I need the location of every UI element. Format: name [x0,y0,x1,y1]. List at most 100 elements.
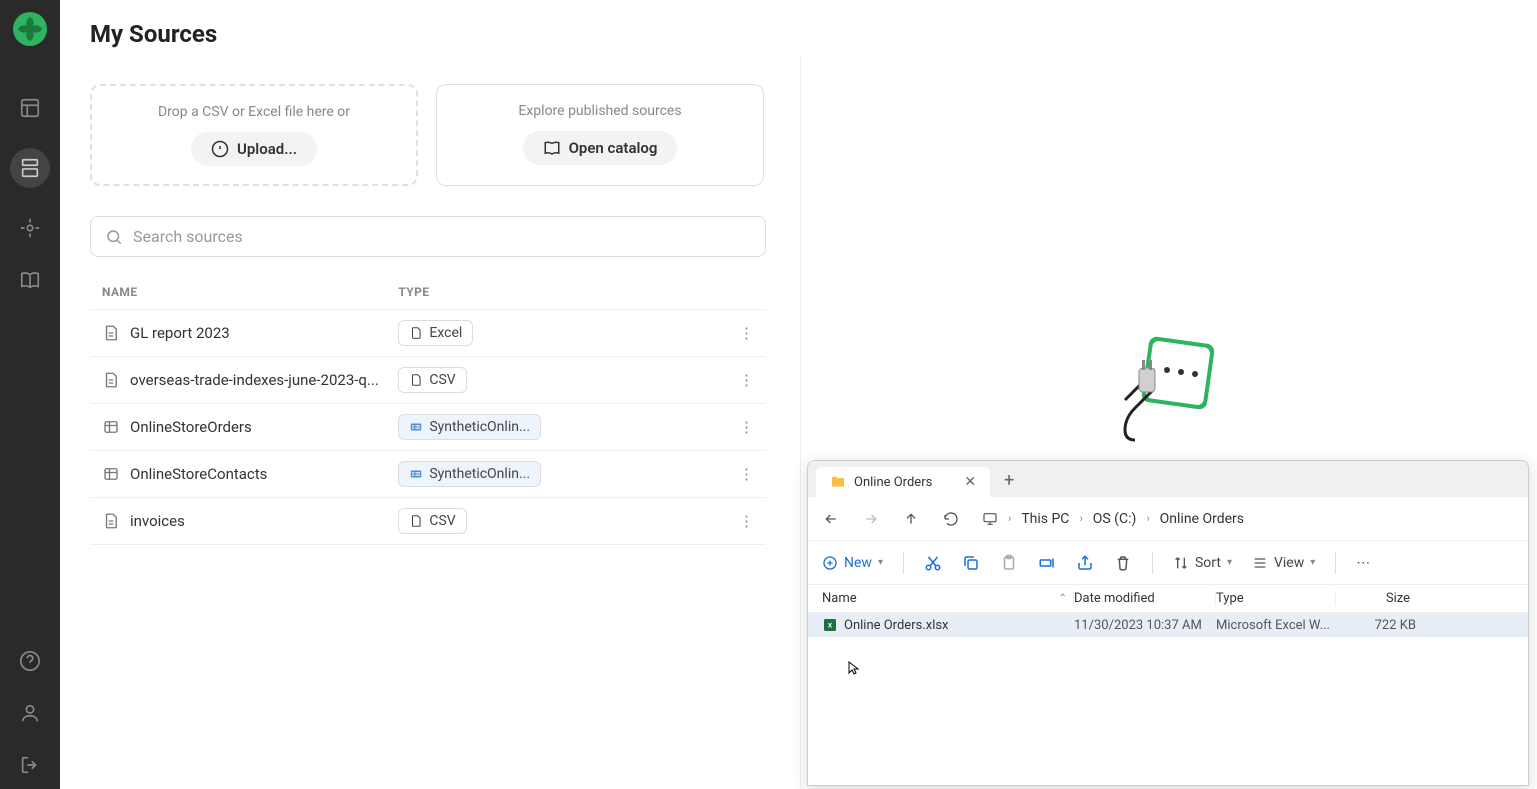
source-name: GL report 2023 [130,324,230,342]
close-tab-icon[interactable]: ✕ [964,474,976,490]
search-box[interactable] [90,216,766,257]
nav-sources-icon[interactable] [10,148,50,188]
new-button[interactable]: New ▾ [822,555,883,571]
explorer-nav: › This PC › OS (C:) › Online Orders [808,497,1528,541]
row-menu-icon[interactable]: ⋮ [739,324,754,342]
chevron-down-icon: ▾ [1310,557,1315,568]
vertical-divider [800,56,801,789]
upload-icon [211,140,229,158]
nav-book-icon[interactable] [18,268,42,292]
file-name: Online Orders.xlsx [844,618,949,633]
folder-icon [830,474,846,490]
chevron-down-icon: ▾ [1227,557,1232,568]
nav-dashboard-icon[interactable] [18,96,42,120]
source-name: invoices [130,512,185,530]
file-date: 11/30/2023 10:37 AM [1074,618,1216,633]
file-row[interactable]: X Online Orders.xlsx 11/30/2023 10:37 AM… [808,613,1528,637]
paste-icon[interactable] [1000,554,1018,572]
file-explorer-window: Online Orders ✕ + › This PC › OS (C:) › … [807,460,1529,786]
table-row[interactable]: invoices CSV ⋮ [90,497,766,545]
share-icon[interactable] [1076,554,1094,572]
sidebar [0,0,60,789]
sort-button[interactable]: Sort ▾ [1173,555,1232,571]
plus-circle-icon [822,555,838,571]
drop-card-label: Drop a CSV or Excel file here or [116,104,392,120]
catalog-card: Explore published sources Open catalog [436,84,764,186]
chevron-down-icon: ▾ [878,557,883,568]
nav-target-icon[interactable] [18,216,42,240]
view-label: View [1274,555,1304,571]
rename-icon[interactable] [1038,554,1056,572]
row-menu-icon[interactable]: ⋮ [739,371,754,389]
type-badge: SyntheticOnlin... [398,414,541,440]
nav-logout-icon[interactable] [18,753,42,777]
explorer-tab-title: Online Orders [854,475,932,490]
monitor-icon[interactable] [982,511,998,527]
table-row[interactable]: GL report 2023 Excel ⋮ [90,309,766,356]
breadcrumb: › This PC › OS (C:) › Online Orders [982,511,1244,527]
row-menu-icon[interactable]: ⋮ [739,418,754,436]
header-name[interactable]: NAME [102,285,398,299]
explorer-tab[interactable]: Online Orders ✕ [816,467,990,497]
new-tab-icon[interactable]: + [1004,470,1014,497]
search-icon [105,228,123,246]
new-button-label: New [844,555,872,571]
view-button[interactable]: View ▾ [1252,555,1315,571]
type-badge: SyntheticOnlin... [398,461,541,487]
source-name: overseas-trade-indexes-june-2023-q... [130,371,379,389]
upload-button-label: Upload... [237,140,297,158]
nav-back-icon[interactable] [822,510,840,528]
excel-file-icon: X [822,617,838,633]
column-type[interactable]: Type [1216,591,1336,606]
explorer-tabs: Online Orders ✕ + [808,461,1528,497]
explorer-column-header: Name⌃ Date modified Type Size [808,585,1528,613]
copy-icon[interactable] [962,554,980,572]
row-menu-icon[interactable]: ⋮ [739,465,754,483]
nav-user-icon[interactable] [18,701,42,725]
open-catalog-button[interactable]: Open catalog [523,131,678,165]
nav-refresh-icon[interactable] [942,510,960,528]
book-icon [543,139,561,157]
drop-file-card[interactable]: Drop a CSV or Excel file here or Upload.… [90,84,418,186]
chevron-right-icon: › [1079,512,1082,525]
catalog-card-label: Explore published sources [461,103,739,119]
table-header: NAME TYPE [90,275,766,309]
file-size: 722 KB [1336,618,1416,633]
breadcrumb-item[interactable]: Online Orders [1160,511,1244,527]
column-name[interactable]: Name⌃ [822,591,1074,606]
sort-label: Sort [1195,555,1221,571]
table-row[interactable]: OnlineStoreOrders SyntheticOnlin... ⋮ [90,403,766,450]
sources-table: NAME TYPE GL report 2023Excel⋮overseas-t… [90,275,766,545]
nav-help-icon[interactable] [18,649,42,673]
cut-icon[interactable] [924,554,942,572]
table-row[interactable]: overseas-trade-indexes-june-2023-q... CSV… [90,356,766,403]
chevron-right-icon: › [1008,512,1011,525]
view-icon [1252,555,1268,571]
file-type: Microsoft Excel W... [1216,618,1336,633]
table-row[interactable]: OnlineStoreContacts SyntheticOnlin... ⋮ [90,450,766,497]
sort-asc-icon: ⌃ [1059,593,1067,604]
row-menu-icon[interactable]: ⋮ [739,512,754,530]
breadcrumb-item[interactable]: OS (C:) [1093,511,1137,527]
type-badge: CSV [398,508,466,534]
app-logo[interactable] [13,12,47,46]
delete-icon[interactable] [1114,554,1132,572]
upload-button[interactable]: Upload... [191,132,317,166]
type-badge: CSV [398,367,466,393]
source-name: OnlineStoreContacts [130,465,267,483]
nav-up-icon[interactable] [902,510,920,528]
breadcrumb-item[interactable]: This PC [1021,511,1069,527]
source-name: OnlineStoreOrders [130,418,252,436]
column-date[interactable]: Date modified [1074,591,1216,606]
type-badge: Excel [398,320,473,346]
column-size[interactable]: Size [1336,591,1416,606]
nav-forward-icon[interactable] [862,510,880,528]
search-input[interactable] [133,227,751,246]
explorer-toolbar: New ▾ Sort ▾ View ▾ ⋯ [808,541,1528,585]
more-button[interactable]: ⋯ [1356,555,1370,571]
plug-illustration [1115,330,1215,450]
sort-icon [1173,555,1189,571]
header-type[interactable]: TYPE [398,285,714,299]
chevron-right-icon: › [1146,512,1149,525]
open-catalog-label: Open catalog [569,139,658,157]
